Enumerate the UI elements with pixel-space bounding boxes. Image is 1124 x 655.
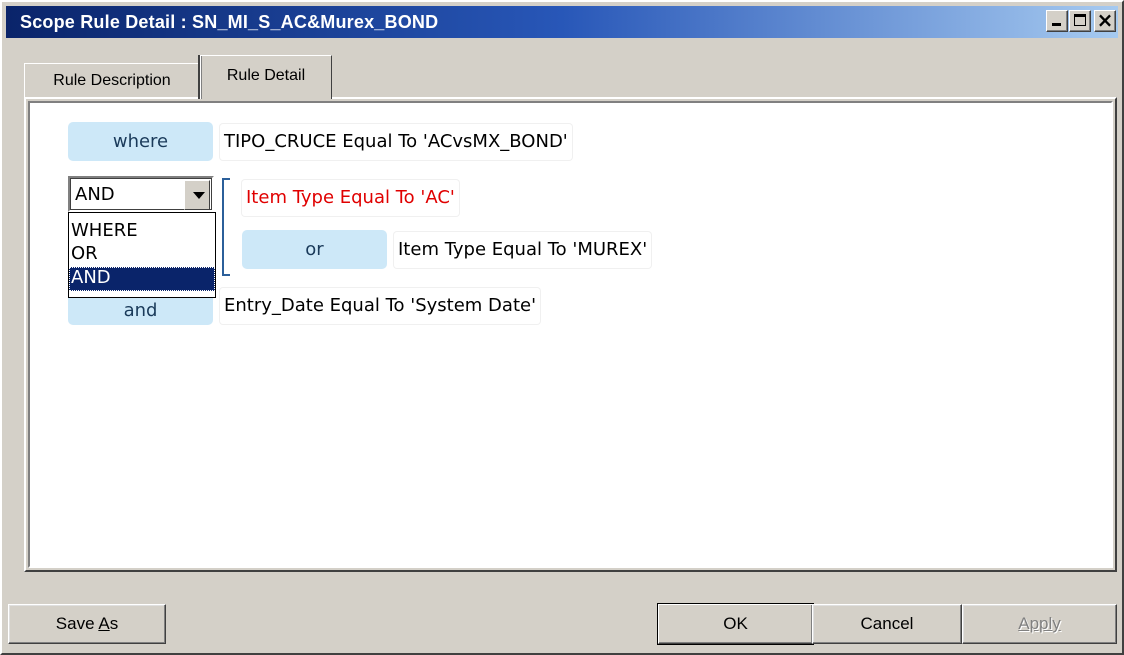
cancel-label: Cancel <box>860 614 914 633</box>
tab-rule-detail-label: Rule Detail <box>226 67 306 84</box>
minimize-icon <box>1052 23 1061 26</box>
dropdown-option-or[interactable]: OR <box>69 243 215 267</box>
close-button[interactable]: × <box>1094 10 1116 32</box>
save-as-label: Save As <box>55 614 119 633</box>
maximize-icon <box>1074 14 1086 26</box>
tab-rule-detail[interactable]: Rule Detail <box>200 55 332 99</box>
condition-text: Item Type Equal To 'MUREX' <box>398 239 648 260</box>
title-bar[interactable]: Scope Rule Detail : SN_MI_S_AC&Murex_BON… <box>6 6 1118 38</box>
condition-item-type-ac[interactable]: Item Type Equal To 'AC' <box>242 180 459 216</box>
operator-label: or <box>305 239 324 260</box>
apply-label: Apply <box>1018 614 1061 633</box>
close-icon: × <box>1096 8 1114 32</box>
dropdown-option-where[interactable]: WHERE <box>69 221 215 243</box>
ok-button[interactable]: OK <box>658 604 813 644</box>
ok-label: OK <box>723 614 748 633</box>
operator-label: and <box>123 300 158 321</box>
combo-dropdown-button[interactable] <box>184 180 210 210</box>
cancel-button[interactable]: Cancel <box>812 604 962 644</box>
minimize-button[interactable] <box>1046 10 1068 32</box>
condition-text: Entry_Date Equal To 'System Date' <box>224 295 537 316</box>
operator-label: where <box>112 131 169 152</box>
condition-item-type-murex[interactable]: Item Type Equal To 'MUREX' <box>394 232 652 268</box>
operator-dropdown-list: WHERE OR AND <box>68 212 216 298</box>
operator-chip-where[interactable]: where <box>68 122 213 161</box>
condition-text: Item Type Equal To 'AC' <box>246 187 455 208</box>
rule-detail-panel <box>24 97 1117 572</box>
title-bar-buttons: × <box>1045 10 1116 32</box>
combo-frame: AND <box>70 178 212 210</box>
operator-chip-or[interactable]: or <box>242 230 387 269</box>
tab-rule-description-label: Rule Description <box>53 72 171 89</box>
apply-button: Apply <box>962 604 1117 644</box>
save-as-button[interactable]: Save As <box>8 604 166 644</box>
combo-selected-value: AND <box>75 184 115 205</box>
condition-entry-date[interactable]: Entry_Date Equal To 'System Date' <box>220 288 541 324</box>
group-bracket <box>222 178 230 276</box>
condition-tipo-cruce[interactable]: TIPO_CRUCE Equal To 'ACvsMX_BOND' <box>220 124 572 160</box>
rule-canvas <box>28 101 1113 568</box>
condition-text: TIPO_CRUCE Equal To 'ACvsMX_BOND' <box>224 131 568 152</box>
maximize-button[interactable] <box>1069 10 1091 32</box>
tab-rule-description[interactable]: Rule Description <box>24 63 200 97</box>
window-title: Scope Rule Detail : SN_MI_S_AC&Murex_BON… <box>20 12 439 32</box>
dropdown-option-and[interactable]: AND <box>69 267 215 291</box>
chevron-down-icon <box>193 192 205 199</box>
group-operator-combo[interactable]: AND <box>68 176 214 212</box>
